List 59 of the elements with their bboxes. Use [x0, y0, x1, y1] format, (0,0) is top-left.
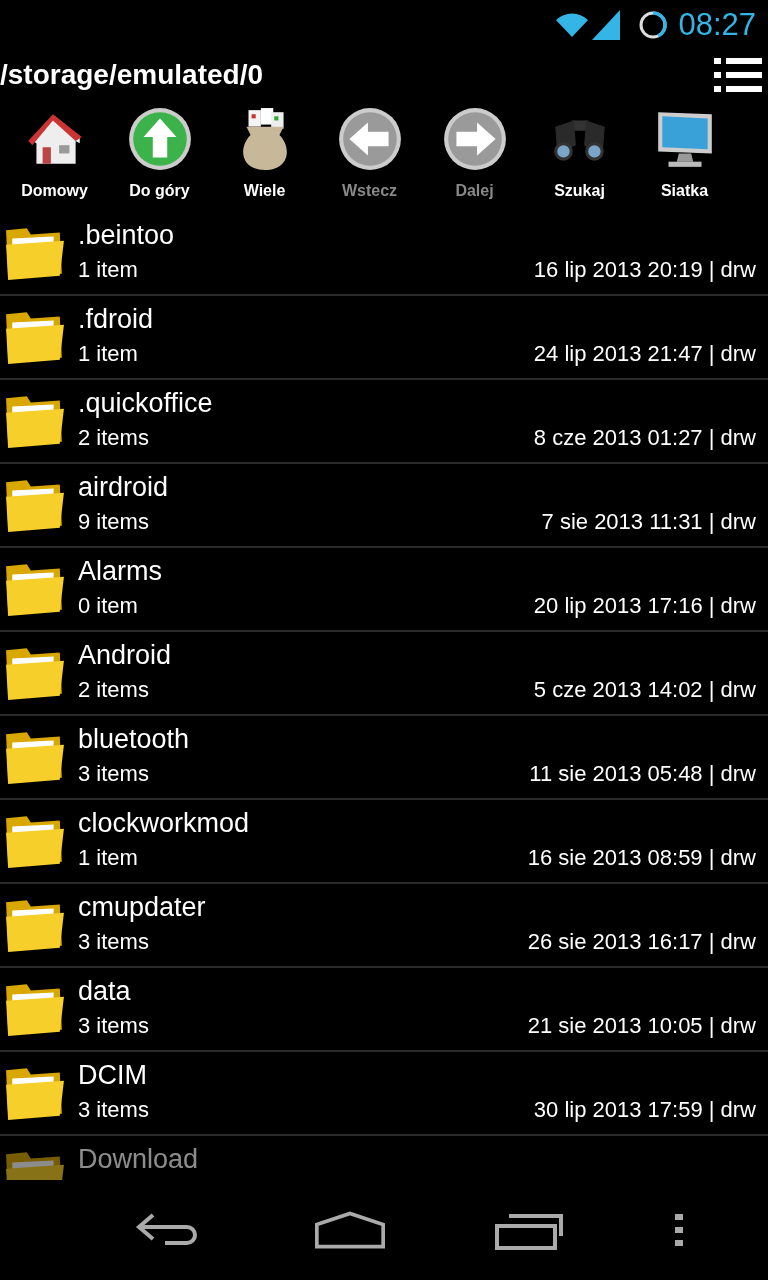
modified-date: 16 sie 2013 08:59 | drw: [527, 845, 756, 871]
folder-name: Android: [78, 640, 173, 671]
folder-name: DCIM: [78, 1060, 148, 1091]
toolbar-button[interactable]: Szukaj: [527, 100, 632, 212]
modified-date: 21 sie 2013 10:05 | drw: [527, 1013, 756, 1039]
folder-name: .quickoffice: [78, 388, 214, 419]
list-view-icon[interactable]: [714, 58, 762, 92]
item-count: 3 items: [78, 761, 149, 787]
modified-date: 20 lip 2013 17:16 | drw: [533, 593, 756, 619]
folder-name: Alarms: [78, 556, 163, 587]
signal-icon: [592, 10, 621, 40]
modified-date: 30 lip 2013 17:59 | drw: [533, 1097, 756, 1123]
item-count: 2 items: [78, 677, 149, 703]
item-count: 1 item: [78, 257, 138, 283]
toolbar-button[interactable]: Do góry: [107, 100, 212, 212]
folder-row[interactable]: .fdroid 1 item 24 lip 2013 21:47 | drw: [0, 296, 768, 380]
item-count: 3 items: [78, 1013, 149, 1039]
folder-name: .fdroid: [78, 304, 155, 335]
sync-icon: [638, 10, 669, 40]
folder-row[interactable]: cmupdater 3 items 26 sie 2013 16:17 | drw: [0, 884, 768, 968]
item-count: 1 item: [78, 845, 138, 871]
toolbar-button[interactable]: Domowy: [2, 100, 107, 212]
item-count: 2 items: [78, 425, 149, 451]
item-count: 9 items: [78, 509, 149, 535]
modified-date: 5 cze 2013 14:02 | drw: [533, 677, 756, 703]
overflow-menu-icon[interactable]: [675, 1214, 683, 1246]
folder-name: Download: [78, 1144, 200, 1175]
modified-date: 16 lip 2013 20:19 | drw: [533, 257, 756, 283]
folder-row[interactable]: airdroid 9 items 7 sie 2013 11:31 | drw: [0, 464, 768, 548]
folder-row[interactable]: .quickoffice 2 items 8 cze 2013 01:27 | drw: [0, 380, 768, 464]
wifi-icon: [556, 13, 589, 37]
folder-row[interactable]: bluetooth 3 items 11 sie 2013 05:48 | drw: [0, 716, 768, 800]
folder-row[interactable]: Alarms 0 item 20 lip 2013 17:16 | drw: [0, 548, 768, 632]
folder-row[interactable]: data 3 items 21 sie 2013 10:05 | drw: [0, 968, 768, 1052]
folder-name: data: [78, 976, 132, 1007]
modified-date: 7 sie 2013 11:31 | drw: [541, 509, 756, 535]
folder-row[interactable]: clockworkmod 1 item 16 sie 2013 08:59 | drw: [0, 800, 768, 884]
folder-name: bluetooth: [78, 724, 191, 755]
modified-date: 8 cze 2013 01:27 | drw: [533, 425, 756, 451]
modified-date: 26 sie 2013 16:17 | drw: [527, 929, 756, 955]
modified-date: 11 sie 2013 05:48 | drw: [529, 761, 756, 787]
folder-name: cmupdater: [78, 892, 207, 923]
folder-row[interactable]: Download: [0, 1136, 768, 1180]
folder-name: .beintoo: [78, 220, 176, 251]
folder-row[interactable]: Android 2 items 5 cze 2013 14:02 | drw: [0, 632, 768, 716]
folder-name: clockworkmod: [78, 808, 251, 839]
toolbar-button[interactable]: Wiele: [212, 100, 317, 212]
current-path: /storage/emulated/0: [0, 59, 263, 91]
item-count: 3 items: [78, 929, 149, 955]
folder-name: airdroid: [78, 472, 170, 503]
folder-row[interactable]: DCIM 3 items 30 lip 2013 17:59 | drw: [0, 1052, 768, 1136]
item-count: 3 items: [78, 1097, 149, 1123]
home-icon[interactable]: [315, 1210, 385, 1250]
item-count: 1 item: [78, 341, 138, 367]
toolbar-button[interactable]: Siatka: [632, 100, 737, 212]
item-count: 0 item: [78, 593, 138, 619]
modified-date: 24 lip 2013 21:47 | drw: [533, 341, 756, 367]
folder-row[interactable]: .beintoo 1 item 16 lip 2013 20:19 | drw: [0, 212, 768, 296]
clock: 08:27: [678, 7, 756, 43]
